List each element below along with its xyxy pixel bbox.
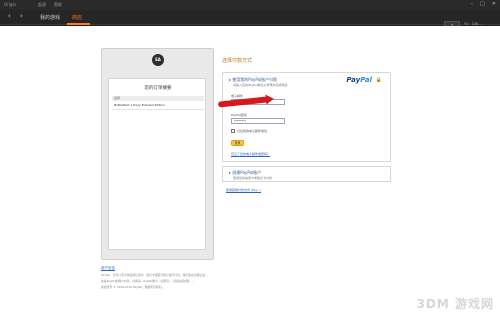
ea-logo-icon: EA [152, 54, 164, 66]
order-item: Battlefield 1 Early Enlisted Edition [114, 103, 166, 107]
origin-window: Origin 起源 帮助 – □ ✕ ‹ › 我的游戏 商店 7 Y1 · 13… [0, 0, 500, 316]
order-summary: 您的订单摘要 名称 Battlefield 1 Early Enlisted E… [108, 78, 206, 250]
footer-link[interactable]: 用户协议 [101, 266, 115, 271]
app-name: Origin [4, 2, 17, 7]
paypal-heading-text: 使用我的PayPal账户付款 [232, 77, 278, 82]
other-payment-link[interactable]: 使用其他付款方式 (Pay...) [226, 188, 261, 192]
watermark: 3DM 游戏网 [416, 297, 494, 311]
payment-title: 选择付款方式 [222, 58, 253, 64]
paypal-subtext: 请输入您的PayPal信息以登录并完成购买 [233, 83, 288, 87]
order-title: 您的订单摘要 [144, 86, 172, 91]
create-subtext: 使用您的信用卡或借记卡付款 [233, 176, 273, 180]
password-field[interactable]: ******** [231, 118, 285, 124]
remember-label: 记住我的电子邮件地址 [237, 129, 268, 133]
active-tab-indicator [67, 23, 90, 25]
minimize-icon[interactable]: – [471, 1, 474, 7]
window-controls: – □ ✕ [471, 1, 496, 7]
forward-arrow-icon[interactable]: › [20, 12, 23, 20]
paypal-logo: PayPal [346, 76, 372, 84]
create-heading-text: 创建PayPal账户 [232, 170, 262, 175]
lock-icon: 🔒 [375, 77, 382, 83]
create-paypal-box[interactable]: ▸ 创建PayPal账户 使用您的信用卡或借记卡付款 [222, 166, 391, 182]
footer-line-2: 这是PayPal的用户协议。请阅读...PayPal账户...如果您...《隐私… [101, 279, 194, 283]
paypal-logo-part1: Pay [346, 76, 361, 84]
close-icon[interactable]: ✕ [492, 1, 496, 7]
maximize-icon[interactable]: □ [480, 1, 485, 7]
login-button[interactable]: 登录 [231, 140, 244, 146]
forgot-link[interactable]: 忘记了您的电子邮件或密码？ [231, 152, 270, 156]
email-label: 电子邮件 [231, 94, 244, 98]
paypal-logo-part2: Pal [360, 76, 372, 84]
remember-checkbox[interactable] [231, 129, 235, 133]
menu-help[interactable]: 帮助 [54, 2, 62, 8]
footer-line-1: PayPal，您可以安全地使用信用卡、借记卡或银行账户进行付款，我们会在您确认后… [101, 273, 208, 277]
tab-my-games[interactable]: 我的游戏 [40, 14, 60, 21]
title-bar: Origin 起源 帮助 – □ ✕ [0, 0, 500, 10]
back-arrow-icon[interactable]: ‹ [8, 12, 11, 20]
table-header: 名称 [112, 96, 204, 101]
menu-origin[interactable]: 起源 [38, 2, 46, 8]
paypal-login-box: ▸ 使用我的PayPal账户付款 请输入您的PayPal信息以登录并完成购买 P… [222, 72, 391, 162]
password-label: PayPal密码 [231, 113, 247, 117]
divider [112, 109, 204, 110]
tab-store[interactable]: 商店 [72, 14, 82, 21]
footer-line-3: 版权所有 © 1999-2016 PayPal。保留所有权利。 [101, 285, 165, 289]
